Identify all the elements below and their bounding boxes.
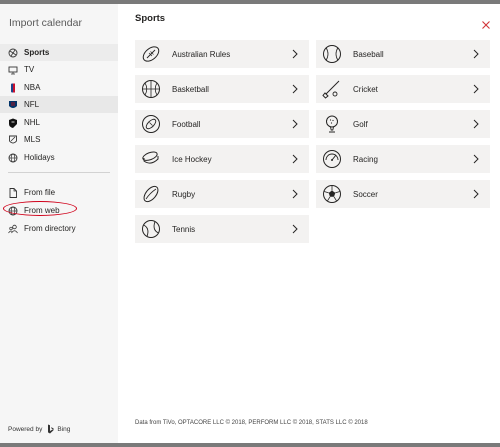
chevron-right-icon (472, 119, 480, 129)
sport-tile-label: Basketball (172, 84, 209, 94)
sport-tile-golf[interactable]: Golf (316, 110, 490, 138)
sidebar-item-label: From directory (24, 224, 76, 233)
sidebar-item-sports[interactable]: Sports (0, 44, 118, 61)
sport-tile-label: Tennis (172, 224, 196, 234)
sport-tile-label: Racing (353, 154, 378, 164)
sport-tile-basketball[interactable]: Basketball (135, 75, 309, 103)
close-icon (482, 21, 490, 29)
page-title: Sports (135, 13, 166, 24)
chevron-right-icon (472, 154, 480, 164)
powered-by-bing: Powered by Bing (8, 424, 70, 434)
sidebar-item-label: NHL (24, 118, 41, 127)
sidebar: Import calendar Sports TV NBA NFL NHL ML… (0, 4, 118, 443)
soccer-ball-icon (322, 184, 342, 204)
sidebar-divider (8, 172, 110, 173)
tv-icon (8, 65, 18, 75)
sport-tile-ice-hockey[interactable]: Ice Hockey (135, 145, 309, 173)
sidebar-item-from-file[interactable]: From file (0, 184, 118, 201)
nhl-icon (8, 118, 18, 128)
nfl-icon (8, 100, 18, 110)
sidebar-title: Import calendar (9, 17, 82, 29)
data-attribution: Data from TiVo, OPTACORE LLC © 2018, PER… (135, 420, 368, 426)
sport-tile-baseball[interactable]: Baseball (316, 40, 490, 68)
sport-tile-racing[interactable]: Racing (316, 145, 490, 173)
sport-tile-label: Golf (353, 119, 368, 129)
chevron-right-icon (291, 224, 299, 234)
chevron-right-icon (291, 189, 299, 199)
chevron-right-icon (291, 154, 299, 164)
rugby-ball-icon (141, 184, 161, 204)
mls-icon (8, 135, 18, 145)
cricket-icon (322, 79, 342, 99)
sport-tile-label: Ice Hockey (172, 154, 212, 164)
sidebar-item-label: TV (24, 65, 35, 74)
racing-icon (322, 149, 342, 169)
sport-tile-label: Soccer (353, 189, 378, 199)
sport-tile-label: Baseball (353, 49, 384, 59)
main-panel: Sports Australian Rules Baseball Basketb… (118, 4, 500, 443)
chevron-right-icon (291, 49, 299, 59)
sport-tile-label: Football (172, 119, 201, 129)
football-icon (141, 114, 161, 134)
tennis-ball-icon (141, 219, 161, 239)
sidebar-item-label: NFL (24, 100, 40, 109)
basketball-icon (141, 79, 161, 99)
annotation-circle (3, 201, 77, 216)
chevron-right-icon (472, 189, 480, 199)
nba-icon (8, 83, 18, 93)
sidebar-item-label: Sports (24, 48, 50, 57)
baseball-icon (322, 44, 342, 64)
sport-tile-label: Cricket (353, 84, 378, 94)
sidebar-item-mls[interactable]: MLS (0, 131, 118, 148)
people-icon (8, 224, 18, 234)
sport-tile-rugby[interactable]: Rugby (135, 180, 309, 208)
sidebar-item-nhl[interactable]: NHL (0, 114, 118, 131)
sports-icon (8, 48, 18, 58)
globe-icon (8, 153, 18, 163)
sport-tile-label: Rugby (172, 189, 196, 199)
sport-tile-tennis[interactable]: Tennis (135, 215, 309, 243)
sport-tile-australian-rules[interactable]: Australian Rules (135, 40, 309, 68)
australian-rules-ball-icon (141, 44, 161, 64)
sport-tile-cricket[interactable]: Cricket (316, 75, 490, 103)
powered-by-label: Powered by (8, 425, 43, 433)
bing-label: Bing (57, 425, 71, 433)
sport-tile-soccer[interactable]: Soccer (316, 180, 490, 208)
sidebar-item-holidays[interactable]: Holidays (0, 149, 118, 166)
sidebar-item-nba[interactable]: NBA (0, 79, 118, 96)
chevron-right-icon (472, 84, 480, 94)
bing-logo-icon (47, 424, 54, 434)
sidebar-item-label: MLS (24, 135, 41, 144)
golf-icon (322, 114, 342, 134)
file-icon (8, 187, 18, 198)
sidebar-item-label: Holidays (24, 153, 55, 162)
sidebar-item-from-directory[interactable]: From directory (0, 220, 118, 237)
window-bottom-edge (0, 443, 500, 447)
sport-tile-label: Australian Rules (172, 49, 231, 59)
chevron-right-icon (472, 49, 480, 59)
hockey-puck-icon (141, 149, 161, 169)
sport-tile-football[interactable]: Football (135, 110, 309, 138)
sidebar-item-label: NBA (24, 83, 41, 92)
chevron-right-icon (291, 119, 299, 129)
sidebar-item-nfl[interactable]: NFL (0, 96, 118, 113)
sidebar-item-label: From file (24, 188, 56, 197)
chevron-right-icon (291, 84, 299, 94)
close-button[interactable] (481, 17, 491, 29)
sidebar-item-tv[interactable]: TV (0, 61, 118, 78)
